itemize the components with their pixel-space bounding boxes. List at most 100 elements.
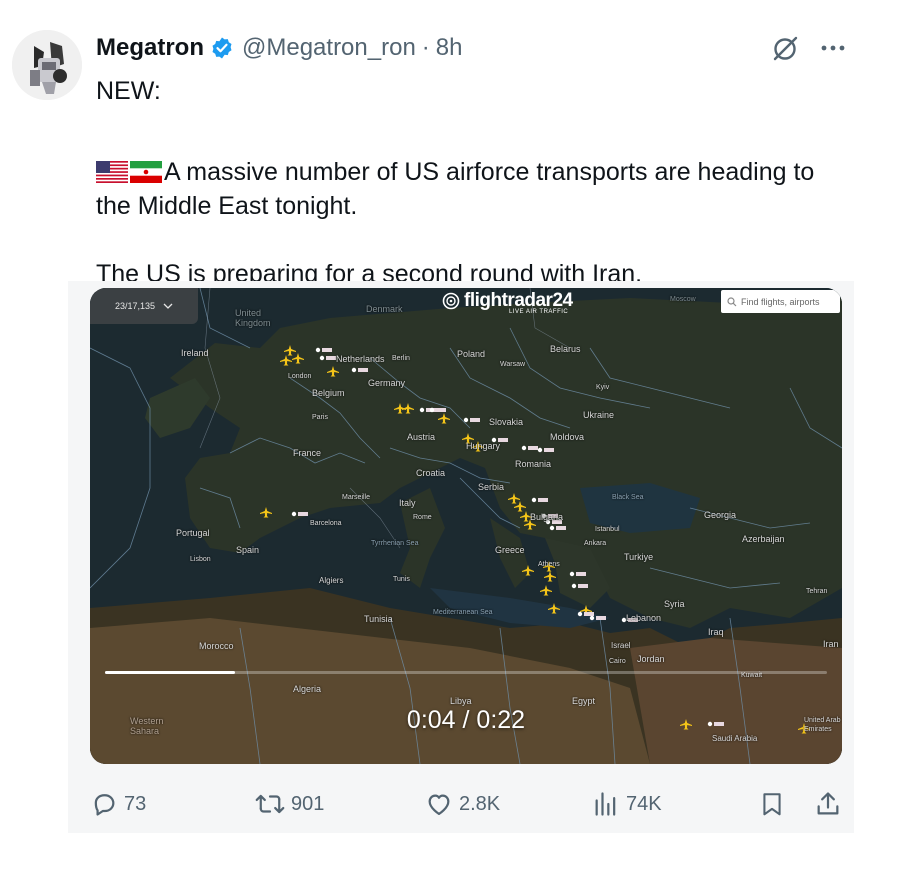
author-handle[interactable]: @Megatron_ron [242,34,416,62]
avatar[interactable] [12,30,82,100]
military-flight-marker[interactable] [358,368,368,372]
video-player[interactable]: 23/17,135 flightradar24 LIVE AIR TRAFFIC… [90,288,842,764]
star-marker [521,445,527,451]
star-marker [351,367,357,373]
separator-dot: · [421,34,430,61]
map-label: Azerbaijan [742,534,785,544]
map-label: Paris [312,414,328,421]
military-flight-marker[interactable] [470,418,480,422]
map-label: Lisbon [190,556,211,563]
map-label: Israel [611,641,631,650]
map-label: Ukraine [583,410,615,420]
tweet-line-new: NEW: [96,77,161,105]
map-label: Marseille [342,494,371,501]
flightradar-ring-icon [442,292,460,310]
star-marker [463,417,469,423]
reply-count: 73 [124,792,147,815]
grok-icon[interactable] [770,34,800,64]
map-label: Italy [399,498,416,508]
like-button[interactable]: 2.8K [425,786,500,822]
military-flight-marker[interactable] [538,498,548,502]
repost-icon [255,794,285,814]
map-label: Tehran [806,588,828,595]
star-marker [429,407,435,413]
military-flight-marker[interactable] [596,616,606,620]
military-flight-marker[interactable] [576,572,586,576]
flightradar-subtitle: LIVE AIR TRAFFIC [509,309,569,315]
avatar-image [12,30,82,100]
military-flight-marker[interactable] [528,446,538,450]
military-flight-marker[interactable] [298,512,308,516]
map-label: Croatia [416,468,446,478]
more-options-icon[interactable] [818,36,848,60]
author-name[interactable]: Megatron [96,34,204,62]
map-label: Portugal [176,528,210,538]
views-icon [595,792,616,816]
like-count: 2.8K [459,792,501,815]
map-label: Saudi Arabia [712,734,758,743]
flight-counter: 23/17,135 [114,301,156,311]
timestamp[interactable]: 8h [436,34,463,62]
map-label: Turkiye [624,552,654,562]
map-label: Tyrrhenian Sea [371,540,419,547]
star-marker [419,407,425,413]
map-label: Poland [457,349,486,359]
military-flight-marker[interactable] [322,348,332,352]
map-label: Black Sea [612,494,644,501]
map-label: Kyiv [596,384,610,391]
map-label: Jordan [637,654,665,664]
bookmark-icon [763,793,781,816]
star-marker [537,447,543,453]
star-marker [315,347,321,353]
map-label: Istanbul [595,526,620,533]
map-label: Athens [538,561,560,568]
map-label: Berlin [392,355,410,362]
video-progress-bar[interactable] [105,671,827,674]
military-flight-marker[interactable] [436,408,446,412]
chevron-down-icon [163,303,173,309]
map-label: Warsaw [500,361,526,368]
views-count: 74K [626,792,662,815]
star-marker [319,355,325,361]
search-placeholder: Find flights, airports [741,296,820,307]
star-marker [589,615,595,621]
military-flight-marker[interactable] [584,612,594,616]
military-flight-marker[interactable] [544,448,554,452]
map-label: Mediterranean Sea [433,609,493,616]
star-marker [291,511,297,517]
share-button[interactable] [814,786,848,822]
bookmark-button[interactable] [759,786,791,822]
map-label: Lebanon [626,613,662,623]
star-marker [549,525,555,531]
military-flight-marker[interactable] [556,526,566,530]
map-label: United Kingdom [235,308,271,328]
views-button[interactable]: 74K [592,786,662,822]
map-label: Slovakia [489,417,524,427]
repost-button[interactable]: 901 [255,786,324,822]
heart-icon [428,794,450,816]
map-label: Greece [495,545,525,555]
map-label: Iraq [708,627,724,637]
flight-search-input[interactable]: Find flights, airports [721,290,840,313]
military-flight-marker[interactable] [578,584,588,588]
map-label: Tunisia [364,614,393,624]
map-label: Belarus [550,344,581,354]
verified-badge-icon [212,37,232,59]
tweet-line-main-text: A massive number of US airforce transpor… [96,158,815,220]
map-label: Bulgaria [530,512,564,522]
map-label: Netherlands [336,354,385,364]
map-label: Germany [368,378,406,388]
map-label: Rome [413,514,432,521]
military-flight-marker[interactable] [326,356,336,360]
flight-map [90,288,842,764]
map-label: Libya [450,696,472,706]
map-label: Algeria [293,684,322,694]
flight-counter-badge[interactable]: 23/17,135 [90,288,198,324]
map-label: Algiers [319,576,344,585]
map-label: London [288,373,312,380]
tweet-actions: 73 901 2.8K 74K [90,786,842,822]
map-label: Ireland [181,348,209,358]
map-label: Romania [515,459,552,469]
reply-button[interactable]: 73 [90,786,146,822]
map-label: Spain [236,545,260,555]
